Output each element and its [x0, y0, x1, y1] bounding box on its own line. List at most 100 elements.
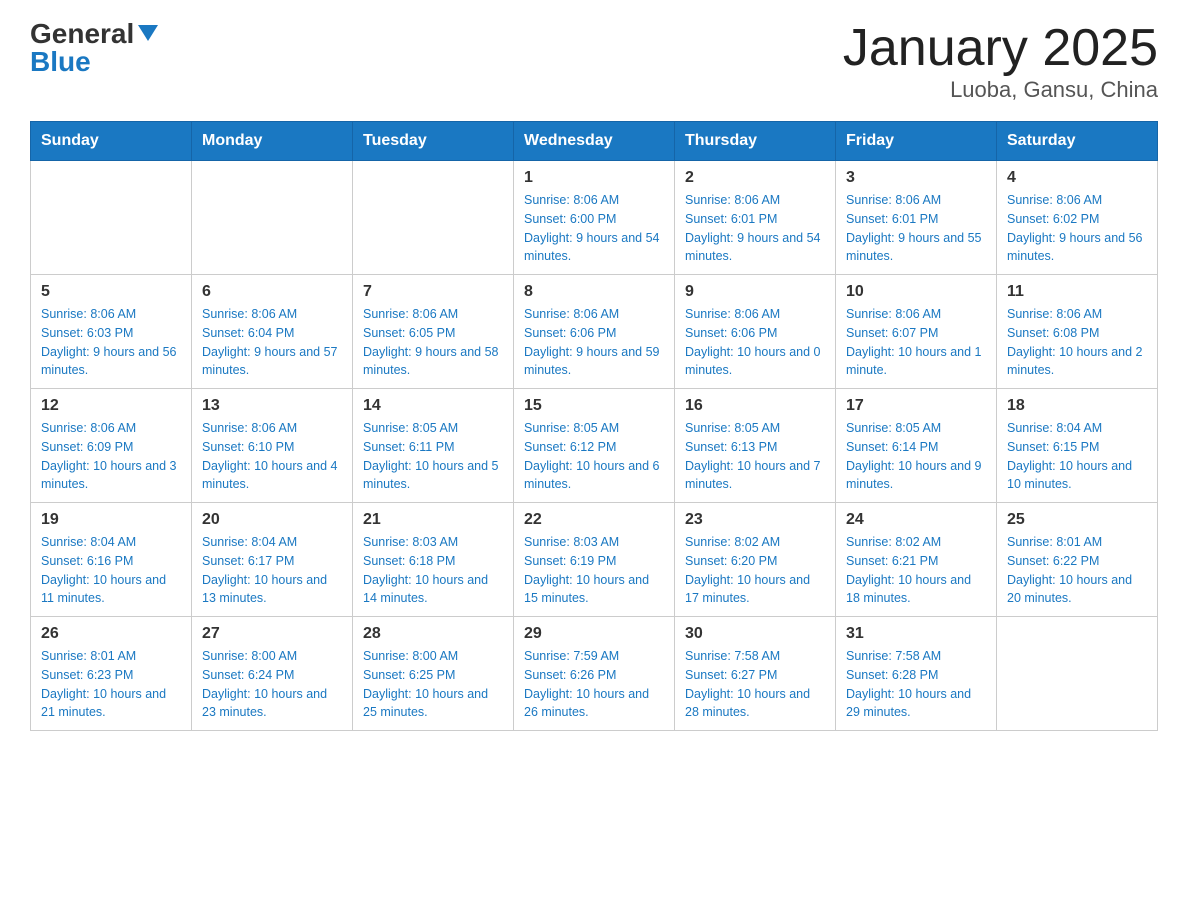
calendar-header-row: SundayMondayTuesdayWednesdayThursdayFrid…: [31, 122, 1158, 161]
day-info: Sunrise: 8:01 AM Sunset: 6:23 PM Dayligh…: [41, 647, 181, 722]
day-info: Sunrise: 8:05 AM Sunset: 6:14 PM Dayligh…: [846, 419, 986, 494]
day-number: 6: [202, 283, 342, 301]
day-number: 12: [41, 397, 181, 415]
day-info: Sunrise: 8:05 AM Sunset: 6:13 PM Dayligh…: [685, 419, 825, 494]
calendar-cell: 7Sunrise: 8:06 AM Sunset: 6:05 PM Daylig…: [353, 275, 514, 389]
day-number: 9: [685, 283, 825, 301]
day-number: 17: [846, 397, 986, 415]
calendar-cell: [997, 617, 1158, 731]
calendar-cell: 1Sunrise: 8:06 AM Sunset: 6:00 PM Daylig…: [514, 161, 675, 275]
location-text: Luoba, Gansu, China: [843, 77, 1158, 103]
day-info: Sunrise: 8:02 AM Sunset: 6:21 PM Dayligh…: [846, 533, 986, 608]
calendar-cell: [192, 161, 353, 275]
calendar-week-row: 5 Sunrise: 8:06 AM Sunset: 6:03 PM Daylig…: [31, 275, 1158, 389]
calendar-table: SundayMondayTuesdayWednesdayThursdayFrid…: [30, 121, 1158, 731]
day-number: 15: [524, 397, 664, 415]
calendar-week-row: 26 Sunrise: 8:01 AM Sunset: 6:23 PM Dayli…: [31, 617, 1158, 731]
day-of-week-header: Monday: [192, 122, 353, 161]
day-info: Sunrise: 8:06 AM Sunset: 6:06 PM Dayligh…: [524, 305, 664, 380]
logo-general-text: General: [30, 20, 134, 48]
day-info: Sunrise: 8:00 AM Sunset: 6:24 PM Dayligh…: [202, 647, 342, 722]
calendar-cell: 25Sunrise: 8:01 AM Sunset: 6:22 PM Dayli…: [997, 503, 1158, 617]
day-number: 4: [1007, 169, 1147, 187]
day-number: 27: [202, 625, 342, 643]
day-number: 19: [41, 511, 181, 529]
day-info: Sunrise: 8:06 AM Sunset: 6:03 PM Dayligh…: [41, 305, 181, 380]
page-header: General Blue January 2025 Luoba, Gansu, …: [30, 20, 1158, 103]
day-info: Sunrise: 8:06 AM Sunset: 6:00 PM Dayligh…: [524, 191, 664, 266]
day-info: Sunrise: 8:05 AM Sunset: 6:11 PM Dayligh…: [363, 419, 503, 494]
calendar-cell: 27 Sunrise: 8:00 AM Sunset: 6:24 PM Dayli…: [192, 617, 353, 731]
calendar-cell: 24 Sunrise: 8:02 AM Sunset: 6:21 PM Dayli…: [836, 503, 997, 617]
day-number: 24: [846, 511, 986, 529]
calendar-cell: 23Sunrise: 8:02 AM Sunset: 6:20 PM Dayli…: [675, 503, 836, 617]
day-number: 20: [202, 511, 342, 529]
day-info: Sunrise: 8:06 AM Sunset: 6:06 PM Dayligh…: [685, 305, 825, 380]
day-number: 25: [1007, 511, 1147, 529]
calendar-cell: 9 Sunrise: 8:06 AM Sunset: 6:06 PM Daylig…: [675, 275, 836, 389]
day-number: 10: [846, 283, 986, 301]
day-number: 16: [685, 397, 825, 415]
day-number: 31: [846, 625, 986, 643]
title-section: January 2025 Luoba, Gansu, China: [843, 20, 1158, 103]
calendar-cell: 5 Sunrise: 8:06 AM Sunset: 6:03 PM Daylig…: [31, 275, 192, 389]
day-number: 14: [363, 397, 503, 415]
calendar-cell: 11 Sunrise: 8:06 AM Sunset: 6:08 PM Dayli…: [997, 275, 1158, 389]
day-number: 22: [524, 511, 664, 529]
day-info: Sunrise: 8:03 AM Sunset: 6:19 PM Dayligh…: [524, 533, 664, 608]
day-number: 18: [1007, 397, 1147, 415]
day-of-week-header: Friday: [836, 122, 997, 161]
day-info: Sunrise: 8:05 AM Sunset: 6:12 PM Dayligh…: [524, 419, 664, 494]
day-info: Sunrise: 8:06 AM Sunset: 6:01 PM Dayligh…: [685, 191, 825, 266]
day-number: 5: [41, 283, 181, 301]
day-info: Sunrise: 8:03 AM Sunset: 6:18 PM Dayligh…: [363, 533, 503, 608]
day-of-week-header: Thursday: [675, 122, 836, 161]
calendar-cell: 15 Sunrise: 8:05 AM Sunset: 6:12 PM Dayli…: [514, 389, 675, 503]
calendar-week-row: 1Sunrise: 8:06 AM Sunset: 6:00 PM Daylig…: [31, 161, 1158, 275]
day-info: Sunrise: 8:06 AM Sunset: 6:07 PM Dayligh…: [846, 305, 986, 380]
calendar-cell: [353, 161, 514, 275]
day-of-week-header: Tuesday: [353, 122, 514, 161]
logo-blue-text: Blue: [30, 48, 91, 76]
calendar-cell: 12Sunrise: 8:06 AM Sunset: 6:09 PM Dayli…: [31, 389, 192, 503]
calendar-cell: 31 Sunrise: 7:58 AM Sunset: 6:28 PM Dayli…: [836, 617, 997, 731]
calendar-cell: 10 Sunrise: 8:06 AM Sunset: 6:07 PM Dayli…: [836, 275, 997, 389]
day-info: Sunrise: 8:06 AM Sunset: 6:02 PM Dayligh…: [1007, 191, 1147, 266]
calendar-cell: [31, 161, 192, 275]
calendar-cell: 20 Sunrise: 8:04 AM Sunset: 6:17 PM Dayli…: [192, 503, 353, 617]
calendar-cell: 18 Sunrise: 8:04 AM Sunset: 6:15 PM Dayli…: [997, 389, 1158, 503]
day-info: Sunrise: 8:04 AM Sunset: 6:16 PM Dayligh…: [41, 533, 181, 608]
calendar-cell: 28Sunrise: 8:00 AM Sunset: 6:25 PM Dayli…: [353, 617, 514, 731]
day-info: Sunrise: 7:58 AM Sunset: 6:28 PM Dayligh…: [846, 647, 986, 722]
calendar-week-row: 19 Sunrise: 8:04 AM Sunset: 6:16 PM Dayli…: [31, 503, 1158, 617]
calendar-cell: 26 Sunrise: 8:01 AM Sunset: 6:23 PM Dayli…: [31, 617, 192, 731]
day-info: Sunrise: 8:06 AM Sunset: 6:08 PM Dayligh…: [1007, 305, 1147, 380]
day-number: 11: [1007, 283, 1147, 301]
day-number: 29: [524, 625, 664, 643]
day-info: Sunrise: 8:04 AM Sunset: 6:17 PM Dayligh…: [202, 533, 342, 608]
day-info: Sunrise: 8:04 AM Sunset: 6:15 PM Dayligh…: [1007, 419, 1147, 494]
day-of-week-header: Saturday: [997, 122, 1158, 161]
day-info: Sunrise: 8:06 AM Sunset: 6:01 PM Dayligh…: [846, 191, 986, 266]
calendar-cell: 2Sunrise: 8:06 AM Sunset: 6:01 PM Daylig…: [675, 161, 836, 275]
day-number: 26: [41, 625, 181, 643]
calendar-cell: 13Sunrise: 8:06 AM Sunset: 6:10 PM Dayli…: [192, 389, 353, 503]
calendar-cell: 30 Sunrise: 7:58 AM Sunset: 6:27 PM Dayli…: [675, 617, 836, 731]
day-info: Sunrise: 8:02 AM Sunset: 6:20 PM Dayligh…: [685, 533, 825, 608]
calendar-cell: 14 Sunrise: 8:05 AM Sunset: 6:11 PM Dayli…: [353, 389, 514, 503]
calendar-cell: 19 Sunrise: 8:04 AM Sunset: 6:16 PM Dayli…: [31, 503, 192, 617]
day-of-week-header: Sunday: [31, 122, 192, 161]
day-info: Sunrise: 8:00 AM Sunset: 6:25 PM Dayligh…: [363, 647, 503, 722]
day-number: 7: [363, 283, 503, 301]
day-number: 21: [363, 511, 503, 529]
calendar-cell: 16 Sunrise: 8:05 AM Sunset: 6:13 PM Dayli…: [675, 389, 836, 503]
calendar-cell: 17 Sunrise: 8:05 AM Sunset: 6:14 PM Dayli…: [836, 389, 997, 503]
day-number: 30: [685, 625, 825, 643]
day-number: 8: [524, 283, 664, 301]
logo-triangle-icon: [138, 25, 158, 41]
day-info: Sunrise: 8:06 AM Sunset: 6:04 PM Dayligh…: [202, 305, 342, 380]
calendar-cell: 6 Sunrise: 8:06 AM Sunset: 6:04 PM Daylig…: [192, 275, 353, 389]
calendar-cell: 22 Sunrise: 8:03 AM Sunset: 6:19 PM Dayli…: [514, 503, 675, 617]
day-info: Sunrise: 7:58 AM Sunset: 6:27 PM Dayligh…: [685, 647, 825, 722]
calendar-cell: 8 Sunrise: 8:06 AM Sunset: 6:06 PM Daylig…: [514, 275, 675, 389]
